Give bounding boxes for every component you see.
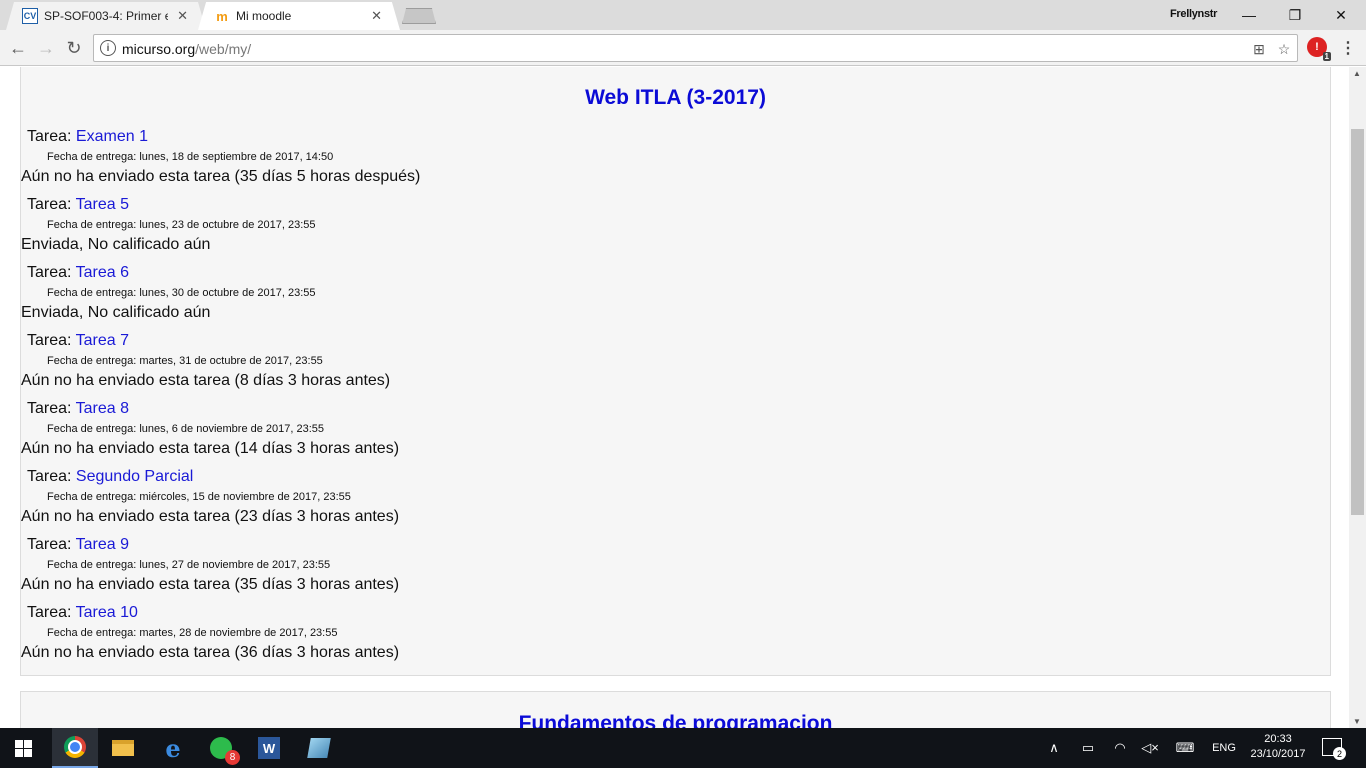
profile-name[interactable]: Frellynstr bbox=[1170, 8, 1217, 20]
edge-icon: e bbox=[165, 733, 181, 763]
battery-icon[interactable]: ▭ bbox=[1078, 728, 1098, 768]
chevron-up-icon[interactable]: ∧ bbox=[1044, 728, 1064, 768]
submission-status: Aún no ha enviado esta tarea (23 días 3 … bbox=[21, 508, 400, 525]
scrollbar-thumb[interactable] bbox=[1351, 129, 1364, 515]
app-icon bbox=[307, 738, 331, 758]
due-date: Fecha de entrega: lunes, 18 de septiembr… bbox=[47, 151, 334, 163]
moodle-favicon-icon: m bbox=[216, 8, 228, 24]
course-block: Fundamentos de programacion bbox=[20, 691, 1331, 728]
submission-status: Enviada, No calificado aún bbox=[21, 236, 211, 253]
due-date: Fecha de entrega: martes, 31 de octubre … bbox=[47, 355, 323, 367]
windows-icon bbox=[14, 739, 32, 757]
page-content: Web ITLA (3-2017) Tarea: Examen 1 Fecha … bbox=[0, 67, 1366, 728]
scroll-down-icon[interactable]: ▼ bbox=[1353, 717, 1361, 726]
due-date: Fecha de entrega: lunes, 23 de octubre d… bbox=[47, 219, 316, 231]
close-tab-icon[interactable]: ✕ bbox=[371, 8, 382, 24]
assignment-link[interactable]: Tarea 10 bbox=[76, 604, 138, 621]
language-indicator[interactable]: ENG bbox=[1208, 728, 1240, 768]
notification-badge: 8 bbox=[225, 750, 240, 765]
cv-favicon-icon: CV bbox=[22, 8, 38, 24]
taskbar: e 8 W ∧ ▭ ◠ ◁× ⌨ ENG 20:33 23/10/2017 2 bbox=[0, 728, 1366, 768]
close-window-icon[interactable]: ✕ bbox=[1318, 3, 1364, 27]
course-title[interactable]: Web ITLA (3-2017) bbox=[21, 86, 1330, 110]
assignment-link[interactable]: Segundo Parcial bbox=[76, 468, 193, 485]
chrome-icon bbox=[64, 736, 86, 758]
taskbar-chrome[interactable] bbox=[52, 728, 98, 768]
assignment-link[interactable]: Examen 1 bbox=[76, 128, 148, 145]
back-icon[interactable]: ← bbox=[6, 36, 30, 60]
course-block: Web ITLA (3-2017) Tarea: Examen 1 Fecha … bbox=[20, 67, 1331, 676]
assignment-link[interactable]: Tarea 8 bbox=[76, 400, 129, 417]
browser-toolbar: ← → ↻ i micurso.org/web/my/ ⊞ ☆ ! 1 ⋮ bbox=[0, 30, 1366, 66]
whatsapp-icon: 8 bbox=[210, 737, 240, 765]
reload-icon[interactable]: ↻ bbox=[62, 36, 86, 60]
taskbar-file-explorer[interactable] bbox=[100, 728, 146, 768]
submission-status: Aún no ha enviado esta tarea (8 días 3 h… bbox=[21, 372, 391, 389]
clock[interactable]: 20:33 23/10/2017 bbox=[1238, 732, 1318, 762]
new-tab-button[interactable] bbox=[402, 8, 436, 24]
bookmark-star-icon[interactable]: ☆ bbox=[1275, 40, 1293, 58]
address-bar[interactable]: i micurso.org/web/my/ ⊞ ☆ bbox=[93, 34, 1298, 62]
close-tab-icon[interactable]: ✕ bbox=[177, 8, 188, 24]
tab-course-exam[interactable]: CV SP-SOF003-4: Primer exa ✕ bbox=[6, 2, 206, 30]
due-date: Fecha de entrega: lunes, 30 de octubre d… bbox=[47, 287, 316, 299]
taskbar-edge[interactable]: e bbox=[150, 728, 196, 768]
course-title[interactable]: Fundamentos de programacion bbox=[21, 712, 1330, 728]
url-text[interactable]: micurso.org/web/my/ bbox=[122, 41, 251, 57]
taskbar-app[interactable] bbox=[296, 728, 342, 768]
assignment-link[interactable]: Tarea 6 bbox=[76, 264, 129, 281]
submission-status: Enviada, No calificado aún bbox=[21, 304, 211, 321]
due-date: Fecha de entrega: martes, 28 de noviembr… bbox=[47, 627, 338, 639]
word-icon: W bbox=[258, 737, 280, 759]
tab-title: SP-SOF003-4: Primer exa bbox=[44, 9, 168, 23]
forward-icon[interactable]: → bbox=[34, 36, 58, 60]
taskbar-word[interactable]: W bbox=[246, 728, 292, 768]
translate-icon[interactable]: ⊞ bbox=[1250, 40, 1268, 58]
wifi-icon[interactable]: ◠ bbox=[1110, 728, 1130, 768]
submission-status: Aún no ha enviado esta tarea (14 días 3 … bbox=[21, 440, 400, 457]
scroll-up-icon[interactable]: ▲ bbox=[1353, 69, 1361, 78]
info-icon[interactable]: i bbox=[100, 40, 116, 56]
submission-status: Aún no ha enviado esta tarea (36 días 3 … bbox=[21, 644, 400, 661]
extension-icon[interactable]: ! 1 bbox=[1307, 37, 1331, 61]
due-date: Fecha de entrega: miércoles, 15 de novie… bbox=[47, 491, 351, 503]
assignment-link[interactable]: Tarea 9 bbox=[76, 536, 129, 553]
submission-status: Aún no ha enviado esta tarea (35 días 5 … bbox=[21, 168, 421, 185]
due-date: Fecha de entrega: lunes, 27 de noviembre… bbox=[47, 559, 331, 571]
action-center-icon[interactable]: 2 bbox=[1322, 738, 1346, 760]
menu-icon[interactable]: ⋮ bbox=[1340, 38, 1356, 58]
keyboard-icon[interactable]: ⌨ bbox=[1172, 728, 1198, 768]
tab-mi-moodle[interactable]: m Mi moodle ✕ bbox=[198, 2, 400, 30]
folder-icon bbox=[112, 740, 134, 756]
restore-icon[interactable]: ❐ bbox=[1272, 3, 1318, 27]
volume-muted-icon[interactable]: ◁× bbox=[1140, 728, 1160, 768]
browser-titlebar: CV SP-SOF003-4: Primer exa ✕ m Mi moodle… bbox=[0, 0, 1366, 30]
submission-status: Aún no ha enviado esta tarea (35 días 3 … bbox=[21, 576, 400, 593]
due-date: Fecha de entrega: lunes, 6 de noviembre … bbox=[47, 423, 325, 435]
start-button[interactable] bbox=[0, 728, 46, 768]
minimize-icon[interactable]: — bbox=[1226, 3, 1272, 27]
taskbar-whatsapp[interactable]: 8 bbox=[198, 728, 244, 768]
assignment-link[interactable]: Tarea 5 bbox=[76, 196, 129, 213]
tab-title: Mi moodle bbox=[236, 9, 292, 23]
vertical-scrollbar[interactable]: ▲ ▼ bbox=[1349, 67, 1366, 728]
assignment-link[interactable]: Tarea 7 bbox=[76, 332, 129, 349]
